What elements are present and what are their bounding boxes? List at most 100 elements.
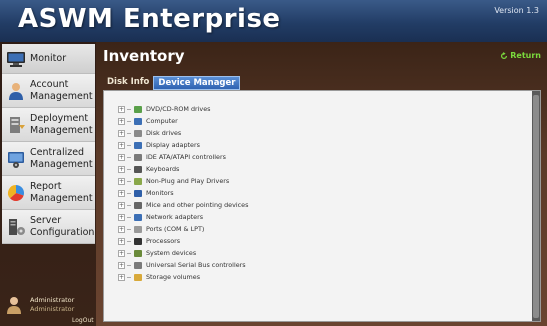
tree-node-label: Ports (COM & LPT) — [146, 225, 205, 233]
deployment-icon — [10, 116, 25, 133]
expand-toggle[interactable]: + — [118, 249, 125, 257]
tree-connector — [127, 240, 131, 242]
sidebar-item-label: Account Management — [30, 78, 93, 102]
expand-toggle[interactable]: + — [118, 225, 125, 233]
sidebar-item-centralized-management[interactable]: Centralized Management — [2, 142, 95, 176]
version-label: Version 1.3 — [494, 6, 539, 15]
usb-icon — [134, 261, 142, 269]
refresh-return-icon — [501, 51, 508, 59]
tree-node-label: Computer — [146, 117, 178, 125]
page-title: Inventory — [103, 47, 185, 65]
expand-toggle[interactable]: + — [118, 213, 125, 221]
main-content: Inventory Return Disk Info Device Manage… — [96, 42, 547, 326]
sidebar-item-label: Server Configuration — [30, 214, 95, 238]
disk-drive-icon — [134, 129, 142, 137]
tree-node[interactable]: + Monitors — [118, 187, 248, 199]
sidebar-nav: Monitor Account Management Deployment Ma… — [2, 44, 95, 244]
port-icon — [134, 225, 142, 233]
user-area: Administrator Administrator LogOut — [0, 290, 96, 326]
tree-node[interactable]: + Non-Plug and Play Drivers — [118, 175, 248, 187]
tab-disk-info[interactable]: Disk Info — [103, 76, 153, 90]
tree-node[interactable]: + Network adapters — [118, 211, 248, 223]
tree-node[interactable]: + Display adapters — [118, 139, 248, 151]
tree-node[interactable]: + Disk drives — [118, 127, 248, 139]
ide-controller-icon — [134, 153, 142, 161]
server-icon — [9, 218, 25, 235]
expand-toggle[interactable]: + — [118, 153, 125, 161]
tree-node[interactable]: + Ports (COM & LPT) — [118, 223, 248, 235]
tree-node[interactable]: + DVD/CD-ROM drives — [118, 103, 248, 115]
system-device-icon — [134, 249, 142, 257]
sidebar-item-account-management[interactable]: Account Management — [2, 74, 95, 108]
tree-node[interactable]: + Mice and other pointing devices — [118, 199, 248, 211]
expand-toggle[interactable]: + — [118, 141, 125, 149]
tree-node[interactable]: + Universal Serial Bus controllers — [118, 259, 248, 271]
tree-connector — [127, 216, 131, 218]
sidebar: Monitor Account Management Deployment Ma… — [0, 42, 96, 326]
tree-node[interactable]: + Processors — [118, 235, 248, 247]
app-header: ASWM Enterprise Version 1.3 — [0, 0, 547, 42]
centralized-icon — [8, 151, 24, 168]
user-role: Administrator — [30, 305, 75, 313]
tree-node[interactable]: + Keyboards — [118, 163, 248, 175]
return-label: Return — [510, 51, 541, 60]
tab-bar: Disk Info Device Manager — [103, 76, 241, 90]
expand-toggle[interactable]: + — [118, 261, 125, 269]
processor-icon — [134, 237, 142, 245]
expand-toggle[interactable]: + — [118, 273, 125, 281]
tree-node[interactable]: + Computer — [118, 115, 248, 127]
tree-connector — [127, 264, 131, 266]
mouse-icon — [134, 201, 142, 209]
tree-node-label: Processors — [146, 237, 181, 245]
expand-toggle[interactable]: + — [118, 237, 125, 245]
tree-node-label: IDE ATA/ATAPI controllers — [146, 153, 226, 161]
driver-icon — [134, 177, 142, 185]
app-title: ASWM Enterprise — [18, 4, 281, 34]
expand-toggle[interactable]: + — [118, 165, 125, 173]
sidebar-item-server-configuration[interactable]: Server Configuration — [2, 210, 95, 244]
monitor-icon — [7, 51, 25, 67]
tree-connector — [127, 276, 131, 278]
expand-toggle[interactable]: + — [118, 129, 125, 137]
network-adapter-icon — [134, 213, 142, 221]
keyboard-icon — [134, 165, 142, 173]
tree-node-label: Disk drives — [146, 129, 182, 137]
logout-link[interactable]: LogOut — [72, 317, 94, 324]
sidebar-item-report-management[interactable]: Report Management — [2, 176, 95, 210]
storage-volume-icon — [134, 273, 142, 281]
expand-toggle[interactable]: + — [118, 117, 125, 125]
expand-toggle[interactable]: + — [118, 177, 125, 185]
tree-connector — [127, 120, 131, 122]
users-icon — [9, 82, 23, 100]
tree-connector — [127, 108, 131, 110]
tab-device-manager[interactable]: Device Manager — [153, 76, 241, 90]
tree-connector — [127, 132, 131, 134]
tree-node-label: Keyboards — [146, 165, 180, 173]
return-button[interactable]: Return — [500, 51, 541, 60]
scrollbar-thumb[interactable] — [533, 95, 539, 318]
sidebar-item-deployment-management[interactable]: Deployment Management — [2, 108, 95, 142]
tree-node[interactable]: + IDE ATA/ATAPI controllers — [118, 151, 248, 163]
device-manager-panel: + DVD/CD-ROM drives + Computer + Disk drives +… — [103, 90, 541, 322]
expand-toggle[interactable]: + — [118, 189, 125, 197]
tree-connector — [127, 228, 131, 230]
sidebar-item-label: Monitor — [30, 52, 67, 64]
expand-toggle[interactable]: + — [118, 201, 125, 209]
device-tree: + DVD/CD-ROM drives + Computer + Disk drives +… — [118, 103, 248, 283]
vertical-scrollbar[interactable] — [532, 91, 540, 321]
tree-connector — [127, 252, 131, 254]
tree-node-label: System devices — [146, 249, 197, 257]
user-avatar-icon — [7, 297, 21, 314]
tree-node-label: Non-Plug and Play Drivers — [146, 177, 230, 185]
tree-node-label: Display adapters — [146, 141, 200, 149]
tree-connector — [127, 180, 131, 182]
tree-node[interactable]: + Storage volumes — [118, 271, 248, 283]
sidebar-item-monitor[interactable]: Monitor — [2, 44, 95, 74]
user-name: Administrator — [30, 296, 75, 304]
tree-connector — [127, 156, 131, 158]
tree-node[interactable]: + System devices — [118, 247, 248, 259]
expand-toggle[interactable]: + — [118, 105, 125, 113]
tree-node-label: Monitors — [146, 189, 174, 197]
tree-node-label: DVD/CD-ROM drives — [146, 105, 211, 113]
tree-node-label: Universal Serial Bus controllers — [146, 261, 246, 269]
